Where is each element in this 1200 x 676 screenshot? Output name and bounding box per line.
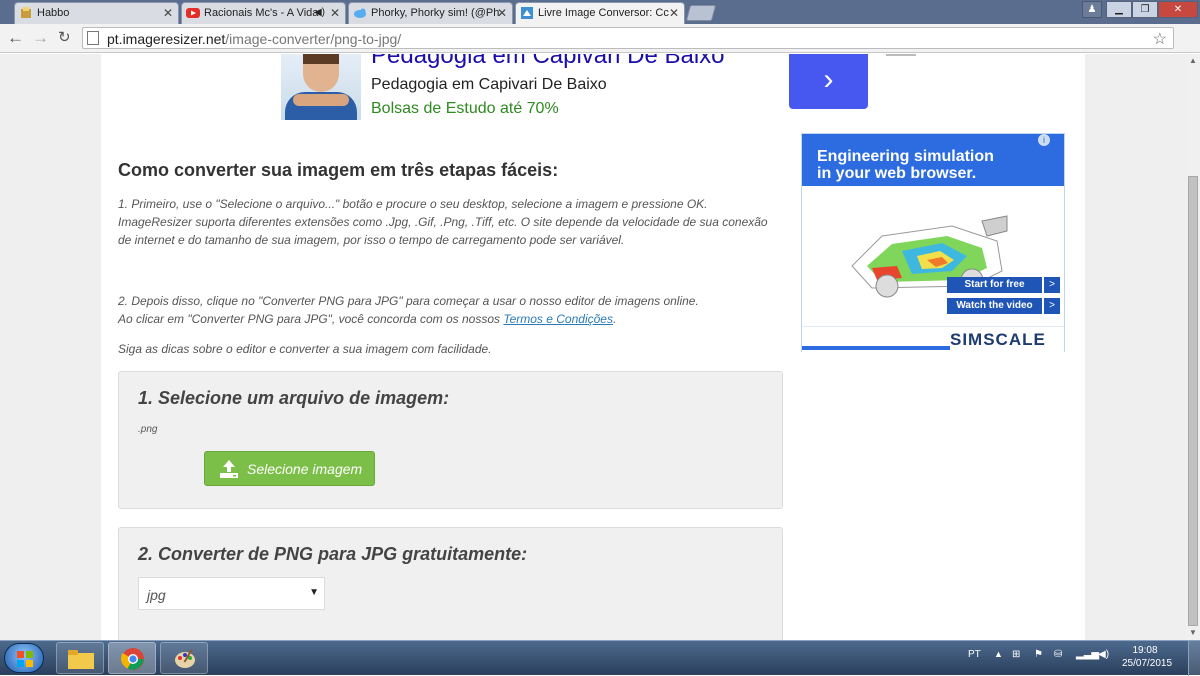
language-indicator[interactable]: PT <box>968 649 981 660</box>
explorer-taskbar-button[interactable] <box>56 642 104 674</box>
url-text[interactable]: pt.imageresizer.net/image-converter/png-… <box>107 31 401 47</box>
instruction-step-2-line2: Ao clicar em "Converter PNG para JPG", v… <box>118 312 501 326</box>
address-bar[interactable]: pt.imageresizer.net/image-converter/png-… <box>82 27 1174 49</box>
taskbar: PT ▲ ⊞ ⚑ ⛁ ▂▃▅ ◀) 19:08 25/07/2015 <box>0 640 1200 676</box>
terms-link[interactable]: Termos e Condições <box>503 312 613 326</box>
tab-habbo[interactable]: Habbo ✕ <box>14 2 179 24</box>
tab-twitter[interactable]: Phorky, Phorky sim! (@Ph ✕ <box>348 2 513 24</box>
close-tab-icon[interactable]: ✕ <box>163 3 173 23</box>
url-path: /image-converter/png-to-jpg/ <box>225 31 402 47</box>
tab-title: Racionais Mc's - A Vida <box>204 7 319 19</box>
chrome-icon <box>121 648 144 670</box>
show-desktop-button[interactable] <box>1188 641 1200 676</box>
output-format-select[interactable]: jpg ▼ <box>138 577 325 610</box>
browser-tab-strip: Habbo ✕ Racionais Mc's - A Vida ◀) ✕ Pho… <box>0 0 1200 24</box>
back-icon[interactable]: ← <box>7 28 24 48</box>
show-hidden-icons-icon[interactable]: ▲ <box>994 649 1003 659</box>
tab-title: Livre Image Conversor: Cc <box>538 7 669 19</box>
output-format-value: jpg <box>147 587 166 603</box>
section-heading: Como converter sua imagem em três etapas… <box>118 160 559 180</box>
scroll-up-arrow-icon[interactable]: ▲ <box>1189 56 1197 65</box>
toolbar: ← → ↻ pt.imageresizer.net/image-converte… <box>0 24 1200 66</box>
close-tab-icon[interactable]: ✕ <box>330 3 340 23</box>
ad-photo[interactable] <box>281 54 361 120</box>
volume-icon[interactable]: ◀) <box>1098 649 1109 660</box>
web-viewport: Pedagogia em Capivari De Baixo Pedagogia… <box>0 54 1186 640</box>
instruction-step-2-line1: 2. Depois disso, clique no "Converter PN… <box>118 294 699 308</box>
vertical-scrollbar[interactable]: ▲ ▼ <box>1186 54 1200 640</box>
clock-date: 25/07/2015 <box>1122 658 1173 669</box>
url-domain: pt.imageresizer.net <box>107 31 226 47</box>
tab-youtube[interactable]: Racionais Mc's - A Vida ◀) ✕ <box>181 2 346 24</box>
convert-panel: 2. Converter de PNG para JPG gratuitamen… <box>118 527 783 640</box>
close-window-button[interactable]: ✕ <box>1158 1 1198 18</box>
ad-arrow-button[interactable]: › <box>789 54 868 109</box>
tab-imageresizer[interactable]: Livre Image Conversor: Cc ✕ <box>515 2 685 24</box>
ad-title[interactable]: Pedagogia em Capivari De Baixo <box>371 76 607 94</box>
network-signal-icon[interactable]: ▂▃▅ <box>1076 649 1099 660</box>
new-tab-button[interactable] <box>685 5 717 21</box>
speaker-icon: ◀) <box>313 7 325 18</box>
instruction-step-2: 2. Depois disso, clique no "Converter PN… <box>118 292 778 328</box>
paint-taskbar-button[interactable] <box>160 642 208 674</box>
start-button[interactable] <box>4 643 44 673</box>
user-icon[interactable]: ♟ <box>1082 1 1102 18</box>
forward-icon[interactable]: → <box>32 28 49 48</box>
step2-title: 2. Converter de PNG para JPG gratuitamen… <box>138 544 528 564</box>
select-image-button[interactable]: Selecione imagem <box>204 451 375 486</box>
simscale-logo: SIMSCALE <box>950 330 1046 349</box>
side-ad-banner: Engineering simulation in your web brows… <box>802 134 1064 186</box>
tab-title: Phorky, Phorky sim! (@Ph <box>371 7 500 19</box>
paint-palette-icon <box>175 649 195 668</box>
clock-time: 19:08 <box>1132 645 1158 656</box>
ad-subtitle[interactable]: Bolsas de Estudo até 70% <box>371 100 559 118</box>
tab-title: Habbo <box>37 7 70 19</box>
side-ad-headline-1: Engineering simulation <box>817 148 994 165</box>
start-free-arrow-icon[interactable]: > <box>1042 277 1060 293</box>
youtube-icon <box>186 8 200 18</box>
close-tab-icon[interactable]: ✕ <box>669 3 679 23</box>
terms-period: . <box>612 312 617 326</box>
habbo-icon <box>21 7 31 18</box>
accepted-extension: .png <box>138 424 158 435</box>
watch-video-arrow-icon[interactable]: > <box>1042 298 1060 314</box>
chevron-right-icon: › <box>823 63 834 96</box>
restore-button[interactable]: ❐ <box>1132 1 1158 18</box>
side-ad[interactable]: Engineering simulation in your web brows… <box>801 133 1065 352</box>
scroll-down-arrow-icon[interactable]: ▼ <box>1189 628 1197 637</box>
scrollbar-thumb[interactable] <box>1188 176 1198 626</box>
ad-close-icon[interactable]: ✕ <box>1054 134 1062 145</box>
close-tab-icon[interactable]: ✕ <box>497 3 507 23</box>
folder-icon <box>68 650 94 669</box>
system-clock[interactable]: 19:08 25/07/2015 <box>1122 644 1173 670</box>
minimize-button[interactable]: ▁ <box>1106 1 1132 18</box>
twitter-icon <box>354 8 366 18</box>
action-center-flag-icon[interactable]: ⚑ <box>1034 649 1043 660</box>
divider <box>886 54 916 56</box>
dropdown-arrow-icon: ▼ <box>309 587 319 598</box>
instruction-tip: Siga as dicas sobre o editor e converter… <box>118 342 492 356</box>
ad-headline[interactable]: Pedagogia em Capivari De Baixo <box>371 54 725 70</box>
windows-logo-icon <box>17 651 33 667</box>
page-content: Pedagogia em Capivari De Baixo Pedagogia… <box>101 54 1085 640</box>
windows-flag-icon[interactable]: ⊞ <box>1012 649 1020 660</box>
adchoices-icon[interactable]: i <box>1038 134 1050 146</box>
upload-icon <box>220 460 238 478</box>
watch-video-button[interactable]: Watch the video <box>947 298 1042 314</box>
reload-icon[interactable]: ↻ <box>58 28 71 48</box>
chrome-taskbar-button[interactable] <box>108 642 156 674</box>
side-ad-headline-2: in your web browser. <box>817 165 977 182</box>
start-free-button[interactable]: Start for free <box>947 277 1042 293</box>
instruction-step-1: 1. Primeiro, use o "Selecione o arquivo.… <box>118 197 768 247</box>
step1-title: 1. Selecione um arquivo de imagem: <box>138 388 450 408</box>
power-icon[interactable]: ⛁ <box>1054 649 1062 660</box>
select-image-label: Selecione imagem <box>247 461 363 477</box>
page-icon <box>87 31 99 45</box>
imageresizer-icon <box>521 7 533 19</box>
select-file-panel: 1. Selecione um arquivo de imagem: .png … <box>118 371 783 509</box>
side-ad-stripe <box>802 346 950 350</box>
bookmark-star-icon[interactable]: ☆ <box>1153 29 1167 49</box>
